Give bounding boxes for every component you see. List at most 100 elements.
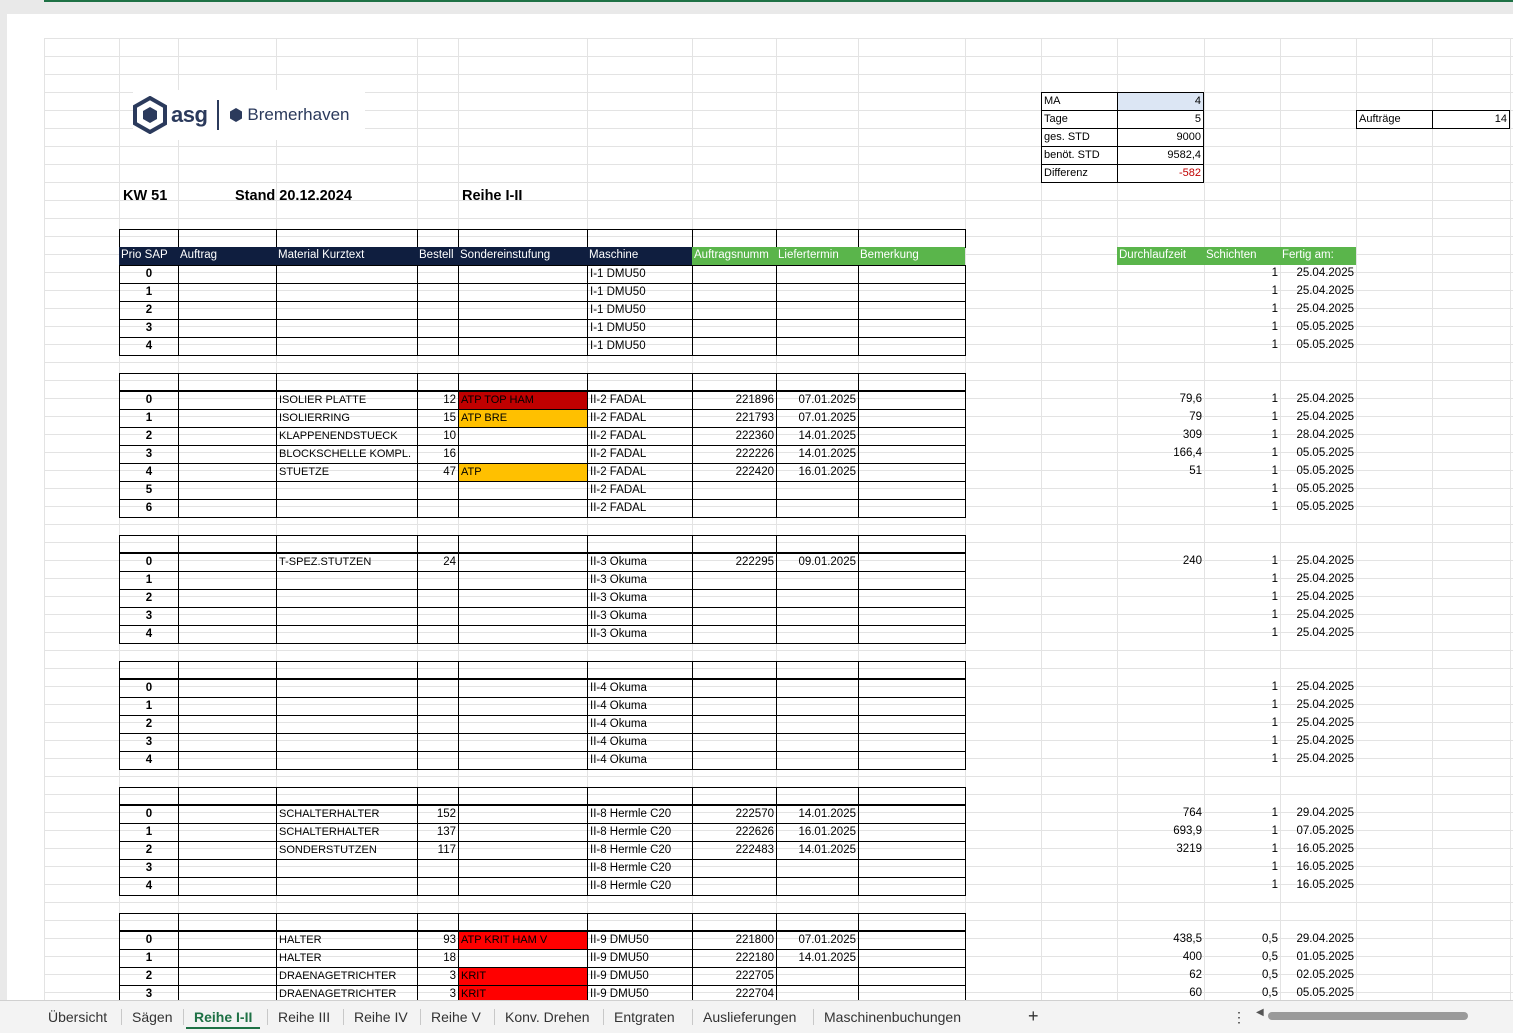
auftrag-cell[interactable]: [178, 445, 277, 464]
sheet-tab-3[interactable]: Reihe III: [270, 1007, 338, 1027]
sheet-tab-1[interactable]: Sägen: [124, 1007, 180, 1027]
sheet-tab-0[interactable]: Übersicht: [40, 1007, 115, 1027]
summary-label[interactable]: MA: [1041, 92, 1118, 111]
summary-label[interactable]: ges. STD: [1041, 128, 1118, 147]
auftrag-cell[interactable]: [178, 589, 277, 608]
auftrag-cell[interactable]: [178, 967, 277, 986]
bemerkung-cell[interactable]: [858, 427, 966, 446]
summary-label[interactable]: Differenz: [1041, 164, 1118, 183]
bemerkung-cell[interactable]: [858, 859, 966, 878]
auftrag-cell[interactable]: [178, 409, 277, 428]
sheet-tab-6[interactable]: Konv. Drehen: [497, 1007, 598, 1027]
bestell-cell: 16: [417, 445, 459, 464]
bemerkung-cell[interactable]: [858, 445, 966, 464]
sondereinstufung-cell: [458, 715, 588, 734]
fertig-am-cell: 25.04.2025: [1296, 591, 1354, 603]
summary-label[interactable]: Tage: [1041, 110, 1118, 129]
fertig-am-cell: 25.04.2025: [1296, 285, 1354, 297]
auftrag-cell[interactable]: [178, 265, 277, 284]
auftrag-cell[interactable]: [178, 499, 277, 518]
summary-label[interactable]: benöt. STD: [1041, 146, 1118, 165]
scroll-left-icon[interactable]: ◀: [1256, 1007, 1264, 1018]
auftrag-cell[interactable]: [178, 571, 277, 590]
bemerkung-cell[interactable]: [858, 823, 966, 842]
bemerkung-cell[interactable]: [858, 319, 966, 338]
auftrag-cell[interactable]: [178, 607, 277, 626]
sheet-tab-7[interactable]: Entgraten: [606, 1007, 683, 1027]
more-options-icon[interactable]: ⋮: [1224, 1007, 1254, 1027]
sheet-tab-bar: Übersicht Sägen Reihe I-II Reihe III Reihe I…: [0, 1000, 1513, 1033]
auftrag-cell[interactable]: [178, 625, 277, 644]
bemerkung-cell[interactable]: [858, 283, 966, 302]
bemerkung-cell[interactable]: [858, 931, 966, 950]
auftrag-cell[interactable]: [178, 319, 277, 338]
bemerkung-cell[interactable]: [858, 409, 966, 428]
bemerkung-cell[interactable]: [858, 733, 966, 752]
sheet-tab-5[interactable]: Reihe V: [423, 1007, 489, 1027]
sheet-tab-2[interactable]: Reihe I-II: [186, 1007, 261, 1029]
add-sheet-button[interactable]: +: [1020, 1006, 1047, 1026]
bemerkung-cell[interactable]: [858, 625, 966, 644]
header-spacer-cell: [458, 229, 588, 248]
scrollbar-thumb[interactable]: [1268, 1012, 1468, 1020]
sheet-tab-9[interactable]: Maschinenbuchungen: [816, 1007, 969, 1027]
liefertermin-cell: [776, 571, 859, 590]
auftrag-cell[interactable]: [178, 751, 277, 770]
auftrag-cell[interactable]: [178, 337, 277, 356]
bemerkung-cell[interactable]: [858, 571, 966, 590]
bemerkung-cell[interactable]: [858, 463, 966, 482]
bemerkung-cell[interactable]: [858, 553, 966, 572]
auftrag-cell[interactable]: [178, 697, 277, 716]
schichten-cell: 1: [1271, 699, 1278, 711]
bemerkung-cell[interactable]: [858, 805, 966, 824]
auftrag-cell[interactable]: [178, 841, 277, 860]
auftragsnummer-cell: [692, 625, 777, 644]
bemerkung-cell[interactable]: [858, 607, 966, 626]
material-cell: [276, 751, 418, 770]
auftrag-cell[interactable]: [178, 877, 277, 896]
bemerkung-cell[interactable]: [858, 985, 966, 1000]
bemerkung-cell[interactable]: [858, 481, 966, 500]
bemerkung-cell[interactable]: [858, 877, 966, 896]
bemerkung-cell[interactable]: [858, 391, 966, 410]
auftrag-cell[interactable]: [178, 931, 277, 950]
bemerkung-cell[interactable]: [858, 751, 966, 770]
durchlaufzeit-cell: 79: [1189, 411, 1202, 423]
auftrag-cell[interactable]: [178, 679, 277, 698]
material-cell: [276, 265, 418, 284]
bemerkung-cell[interactable]: [858, 337, 966, 356]
bemerkung-cell[interactable]: [858, 589, 966, 608]
bemerkung-cell[interactable]: [858, 679, 966, 698]
auftrag-cell[interactable]: [178, 949, 277, 968]
bemerkung-cell[interactable]: [858, 301, 966, 320]
auftrag-cell[interactable]: [178, 715, 277, 734]
bemerkung-cell[interactable]: [858, 841, 966, 860]
sheet-tab-8[interactable]: Auslieferungen: [695, 1007, 804, 1027]
auftrag-cell[interactable]: [178, 733, 277, 752]
group-spacer-cell: [276, 787, 418, 806]
auftrag-cell[interactable]: [178, 481, 277, 500]
auftrag-cell[interactable]: [178, 283, 277, 302]
auftrag-cell[interactable]: [178, 553, 277, 572]
bemerkung-cell[interactable]: [858, 715, 966, 734]
worksheet[interactable]: asg Bremerhaven KW 51 Stand 20.12.2024 R…: [7, 14, 1513, 1000]
bemerkung-cell[interactable]: [858, 499, 966, 518]
bemerkung-cell[interactable]: [858, 265, 966, 284]
group-spacer-cell: [417, 787, 459, 806]
schichten-cell: 1: [1271, 825, 1278, 837]
auftrag-cell[interactable]: [178, 463, 277, 482]
bemerkung-cell[interactable]: [858, 967, 966, 986]
bemerkung-cell[interactable]: [858, 697, 966, 716]
auftrag-cell[interactable]: [178, 805, 277, 824]
bemerkung-cell[interactable]: [858, 949, 966, 968]
auftrag-cell[interactable]: [178, 985, 277, 1000]
auftrag-cell[interactable]: [178, 301, 277, 320]
auftragsnummer-cell: 221800: [692, 931, 777, 950]
auftrag-cell[interactable]: [178, 859, 277, 878]
auftrag-cell[interactable]: [178, 427, 277, 446]
horizontal-scrollbar[interactable]: ◀: [1256, 1007, 1506, 1021]
group-spacer-cell: [458, 913, 588, 932]
auftrag-cell[interactable]: [178, 391, 277, 410]
auftrag-cell[interactable]: [178, 823, 277, 842]
sheet-tab-4[interactable]: Reihe IV: [346, 1007, 416, 1027]
